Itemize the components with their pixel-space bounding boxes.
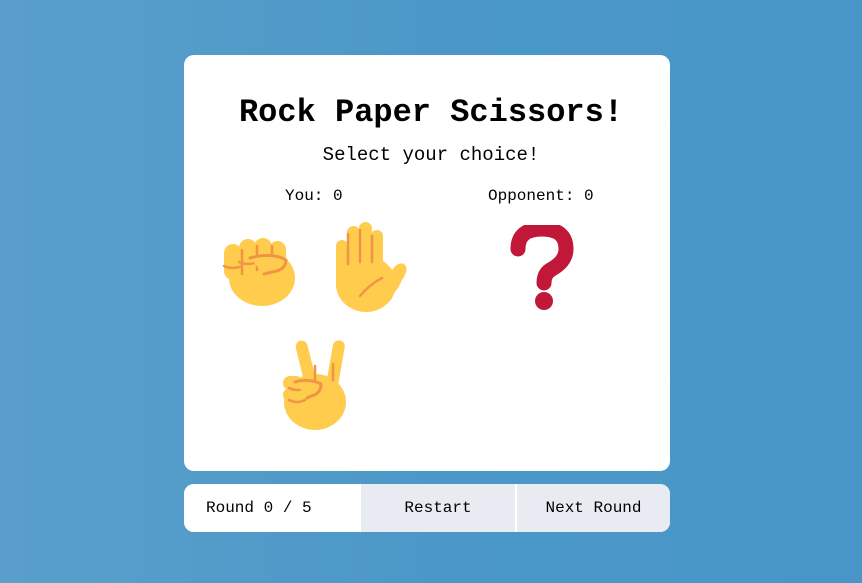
opponent-choice (510, 225, 574, 313)
game-subtitle: Select your choice! (322, 144, 540, 166)
game-controls-bar: Round 0 / 5 Restart Next Round (184, 484, 670, 532)
you-score: You: 0 (285, 187, 343, 205)
raised-hand-icon (336, 222, 407, 312)
game-title: Rock Paper Scissors! (238, 94, 624, 131)
restart-button[interactable]: Restart (361, 484, 515, 532)
raised-fist-icon (222, 238, 295, 306)
paper-choice-button[interactable] (330, 220, 410, 314)
opponent-score: Opponent: 0 (488, 187, 594, 205)
rock-choice-button[interactable] (220, 230, 298, 308)
question-mark-icon (510, 225, 574, 310)
round-counter: Round 0 / 5 (184, 484, 361, 532)
next-round-button[interactable]: Next Round (515, 484, 670, 532)
victory-hand-icon (283, 340, 346, 430)
scissors-choice-button[interactable] (281, 338, 349, 432)
